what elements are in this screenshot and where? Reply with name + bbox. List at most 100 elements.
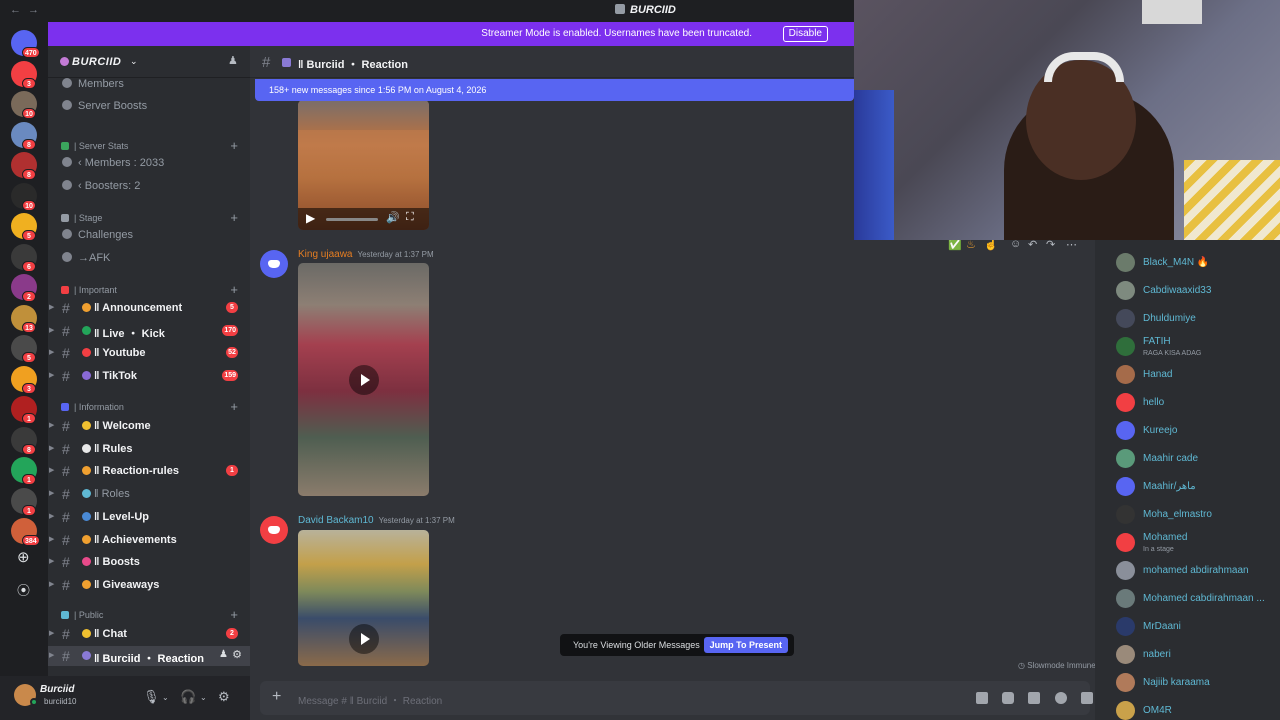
emoji-icon[interactable]	[1055, 692, 1067, 704]
member-item[interactable]: MrDaani	[1095, 613, 1280, 641]
members-icon	[62, 78, 72, 88]
category-header[interactable]: | Public +	[48, 607, 250, 623]
stat-members-item[interactable]: ‹ Members : 2033	[62, 157, 164, 169]
message-input[interactable]: + Message # ‖ Burciid ・ Reaction	[260, 681, 1093, 715]
chevron-down-icon[interactable]: ⌄	[162, 693, 169, 702]
author-name[interactable]: David Backam10	[298, 515, 374, 526]
channel-item[interactable]: ▶ # ‖ Rules	[48, 439, 250, 459]
play-icon[interactable]	[348, 623, 379, 654]
channel-item[interactable]: ▶ # ‖ Burciid ・ Reaction ♟ ⚙	[48, 646, 250, 666]
video-attachment[interactable]	[298, 263, 429, 496]
seek-bar[interactable]	[326, 218, 378, 221]
add-channel-icon[interactable]: +	[230, 210, 238, 225]
member-item[interactable]: hello	[1095, 389, 1280, 417]
afk-item[interactable]: →AFK	[62, 252, 110, 264]
member-name: MrDaani	[1143, 621, 1181, 632]
member-item[interactable]: Najiib karaama	[1095, 669, 1280, 697]
server-icon	[60, 57, 69, 66]
add-channel-icon[interactable]: +	[230, 282, 238, 297]
channel-item[interactable]: ▶ # ‖ Chat 2	[48, 624, 250, 644]
add-user-icon[interactable]: ♟	[228, 54, 238, 67]
stat-boosters-item[interactable]: ‹ Boosters: 2	[62, 180, 140, 192]
member-status: RAGA KISA ADAG	[1143, 350, 1202, 357]
add-channel-icon[interactable]: +	[230, 399, 238, 414]
server-badge: 2	[22, 291, 36, 302]
gift-icon[interactable]	[976, 692, 988, 704]
channel-item[interactable]: ▶ # ‖ Level-Up	[48, 507, 250, 527]
author-avatar[interactable]	[260, 250, 288, 278]
channel-item[interactable]: ▶ # ‖ Giveaways	[48, 575, 250, 595]
member-item[interactable]: Maahir cade	[1095, 445, 1280, 473]
explore-icon[interactable]: ⦿	[17, 580, 30, 599]
video-attachment[interactable]: ▶ 🔊 ⛶	[298, 100, 429, 230]
category-header[interactable]: | Information +	[48, 399, 250, 415]
hashtag-icon: #	[62, 486, 70, 503]
category-header[interactable]: | Important +	[48, 282, 250, 298]
back-arrow-icon[interactable]: ←	[10, 4, 21, 16]
server-boosts-item-label: Server Boosts	[78, 100, 148, 112]
member-item[interactable]: OM4R	[1095, 697, 1280, 720]
channel-item[interactable]: ▶ # ‖ Live ・ Kick 170	[48, 321, 250, 341]
channel-item[interactable]: ▶ # ‖ Roles	[48, 484, 250, 504]
volume-icon[interactable]: 🔊	[386, 211, 400, 224]
members-item[interactable]: Members	[62, 78, 124, 90]
channel-label: ‖ Welcome	[94, 420, 151, 432]
streamer-mode-text: Streamer Mode is enabled. Usernames have…	[481, 28, 752, 39]
chevron-down-icon[interactable]: ⌄	[200, 693, 207, 702]
member-item[interactable]: Dhuldumiye	[1095, 305, 1280, 333]
play-icon[interactable]	[348, 364, 379, 395]
category-header[interactable]: | Stage +	[48, 210, 250, 226]
fullscreen-icon[interactable]: ⛶	[406, 211, 414, 224]
member-name: OM4R	[1143, 705, 1172, 716]
add-member-icon[interactable]: ♟	[219, 649, 228, 660]
play-icon[interactable]: ▶	[306, 211, 315, 225]
gear-icon[interactable]: ⚙	[232, 648, 242, 661]
channel-item[interactable]: ▶ # ‖ Boosts	[48, 552, 250, 572]
channel-item[interactable]: ▶ # ‖ Achievements	[48, 530, 250, 550]
author-avatar[interactable]	[260, 516, 288, 544]
gif-icon[interactable]	[1002, 692, 1014, 704]
member-item[interactable]: FATIH RAGA KISA ADAG	[1095, 333, 1280, 361]
category-label: | Server Stats	[74, 141, 129, 151]
headset	[1044, 52, 1124, 82]
channel-item[interactable]: ▶ # ‖ Welcome	[48, 416, 250, 436]
member-item[interactable]: Moha_elmastro	[1095, 501, 1280, 529]
add-channel-icon[interactable]: +	[230, 607, 238, 622]
member-item[interactable]: Maahir/ماهر	[1095, 473, 1280, 501]
member-item[interactable]: naberi	[1095, 641, 1280, 669]
gear-icon[interactable]: ⚙	[218, 689, 230, 705]
slowmode-text: Slowmode Immune	[1027, 661, 1096, 670]
category-header[interactable]: | Server Stats +	[48, 138, 250, 154]
challenges-item[interactable]: Challenges	[62, 229, 133, 241]
apps-icon[interactable]	[1081, 692, 1093, 704]
server-boosts-item[interactable]: Server Boosts	[62, 100, 147, 112]
add-attachment-icon[interactable]: +	[272, 688, 281, 706]
microphone-icon[interactable]: 🎙	[143, 689, 160, 705]
chevron-right-icon: ▶	[49, 512, 55, 520]
channel-item[interactable]: ▶ # ‖ Youtube 52	[48, 343, 250, 363]
headphones-icon[interactable]: 🎧	[180, 689, 196, 705]
afk-icon	[62, 252, 72, 262]
member-item[interactable]: mohamed abdirahmaan	[1095, 557, 1280, 585]
add-server-icon[interactable]: ⊕	[17, 548, 30, 566]
channel-item[interactable]: ▶ # ‖ Announcement 5	[48, 298, 250, 318]
disable-streamer-button[interactable]: Disable	[782, 26, 828, 42]
member-item[interactable]: Cabdiwaaxid33	[1095, 277, 1280, 305]
member-item[interactable]: Kureejo	[1095, 417, 1280, 445]
member-item[interactable]: Hanad	[1095, 361, 1280, 389]
author-name[interactable]: King ujaawa	[298, 249, 352, 260]
member-item[interactable]: Mohamed cabdirahmaan ...	[1095, 585, 1280, 613]
member-item[interactable]: Mohamed In a stage	[1095, 529, 1280, 557]
server-header[interactable]: BURCIID ⌄ ♟	[48, 46, 250, 78]
online-status-icon	[30, 698, 38, 706]
channel-item[interactable]: ▶ # ‖ Reaction-rules 1	[48, 461, 250, 481]
avatar	[1116, 421, 1135, 440]
sticker-icon[interactable]	[1028, 692, 1040, 704]
jump-to-present-button[interactable]: Jump To Present	[703, 637, 788, 653]
add-channel-icon[interactable]: +	[230, 138, 238, 153]
member-item[interactable]: Black_M4N 🔥	[1095, 249, 1280, 277]
channel-item[interactable]: ▶ # ‖ TikTok 159	[48, 366, 250, 386]
new-messages-bar[interactable]: 158+ new messages since 1:56 PM on Augus…	[255, 79, 854, 101]
forward-arrow-icon[interactable]: →	[28, 4, 39, 16]
video-attachment[interactable]	[298, 530, 429, 666]
